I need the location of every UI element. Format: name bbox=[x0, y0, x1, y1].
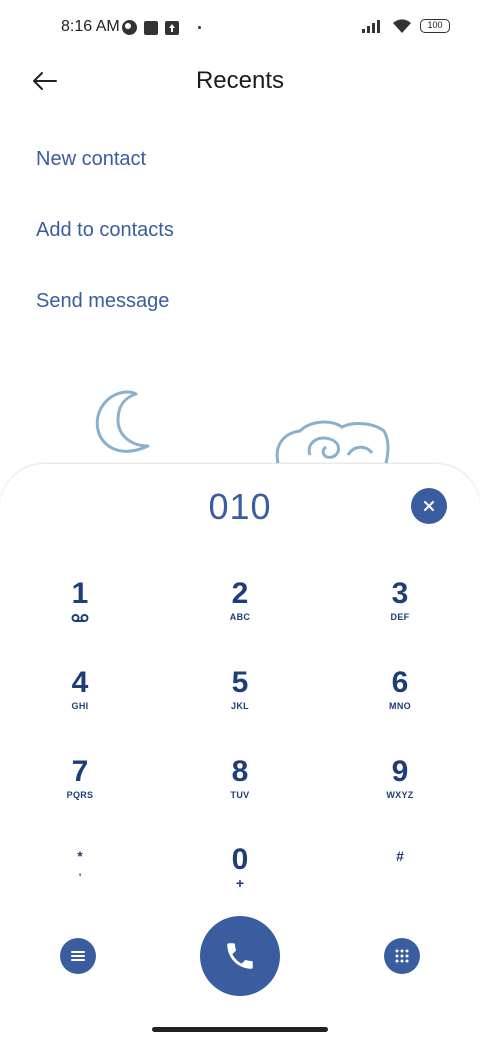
system-icons: 100 bbox=[362, 18, 450, 34]
upload-icon bbox=[165, 20, 179, 35]
battery-icon: 100 bbox=[420, 19, 450, 33]
new-contact-link[interactable]: New contact bbox=[36, 148, 146, 171]
notification-square-icon bbox=[144, 20, 158, 35]
key-letters: DEF bbox=[390, 612, 410, 622]
key-digit: 4 bbox=[71, 666, 89, 699]
wifi-icon bbox=[393, 19, 411, 33]
key-8[interactable]: 8 TUV bbox=[190, 756, 290, 826]
key-digit: 2 bbox=[231, 577, 249, 610]
signal-icon bbox=[362, 20, 380, 33]
key-letters: ABC bbox=[229, 612, 251, 622]
key-4[interactable]: 4 GHI bbox=[30, 667, 130, 737]
key-digit: 7 bbox=[71, 755, 89, 788]
key-5[interactable]: 5 JKL bbox=[190, 667, 290, 737]
keypad-button[interactable] bbox=[384, 938, 420, 974]
more-notifications-icon bbox=[198, 26, 201, 29]
moon-illustration bbox=[95, 390, 150, 453]
key-3[interactable]: 3 DEF bbox=[350, 578, 450, 648]
key-hash[interactable]: # bbox=[350, 846, 450, 916]
home-indicator[interactable] bbox=[152, 1027, 328, 1032]
key-letters: PQRS bbox=[66, 790, 94, 800]
key-digit: 6 bbox=[391, 666, 409, 699]
key-letters: MNO bbox=[389, 701, 411, 711]
close-icon bbox=[424, 501, 434, 511]
key-digit: 3 bbox=[391, 577, 409, 610]
key-digit: * bbox=[77, 848, 83, 864]
key-7[interactable]: 7 PQRS bbox=[30, 756, 130, 826]
key-digit: 0 bbox=[231, 843, 249, 876]
key-0[interactable]: 0 + bbox=[190, 844, 290, 914]
key-letters: JKL bbox=[231, 701, 249, 711]
notification-icons bbox=[122, 20, 201, 35]
clear-button[interactable] bbox=[411, 488, 447, 524]
key-letters: , bbox=[78, 867, 82, 878]
status-bar: 8:16 AM 100 bbox=[0, 0, 480, 56]
key-digit: 5 bbox=[231, 666, 249, 699]
key-digit: 9 bbox=[391, 755, 409, 788]
add-to-contacts-link[interactable]: Add to contacts bbox=[36, 219, 174, 242]
key-9[interactable]: 9 WXYZ bbox=[350, 756, 450, 826]
key-digit: 1 bbox=[71, 577, 89, 610]
menu-icon bbox=[71, 951, 85, 961]
status-time: 8:16 AM bbox=[61, 18, 120, 35]
dialpad-icon bbox=[395, 949, 409, 963]
rose-illustration bbox=[275, 420, 390, 464]
key-letters: TUV bbox=[230, 790, 250, 800]
menu-button[interactable] bbox=[60, 938, 96, 974]
dialed-number: 010 bbox=[208, 486, 272, 527]
key-digit: # bbox=[396, 848, 404, 864]
key-6[interactable]: 6 MNO bbox=[350, 667, 450, 737]
key-1[interactable]: 1 bbox=[30, 578, 130, 648]
page-title: Recents bbox=[195, 67, 285, 94]
call-button[interactable] bbox=[200, 916, 280, 996]
key-letters: WXYZ bbox=[386, 790, 414, 800]
send-message-link[interactable]: Send message bbox=[36, 290, 169, 313]
voicemail-icon bbox=[71, 614, 89, 622]
key-digit: 8 bbox=[231, 755, 249, 788]
key-letters: GHI bbox=[71, 701, 89, 711]
key-letters: + bbox=[235, 875, 245, 891]
key-star[interactable]: * , bbox=[30, 846, 130, 916]
notification-app-icon bbox=[122, 20, 137, 35]
key-2[interactable]: 2 ABC bbox=[190, 578, 290, 648]
phone-icon bbox=[227, 943, 253, 969]
